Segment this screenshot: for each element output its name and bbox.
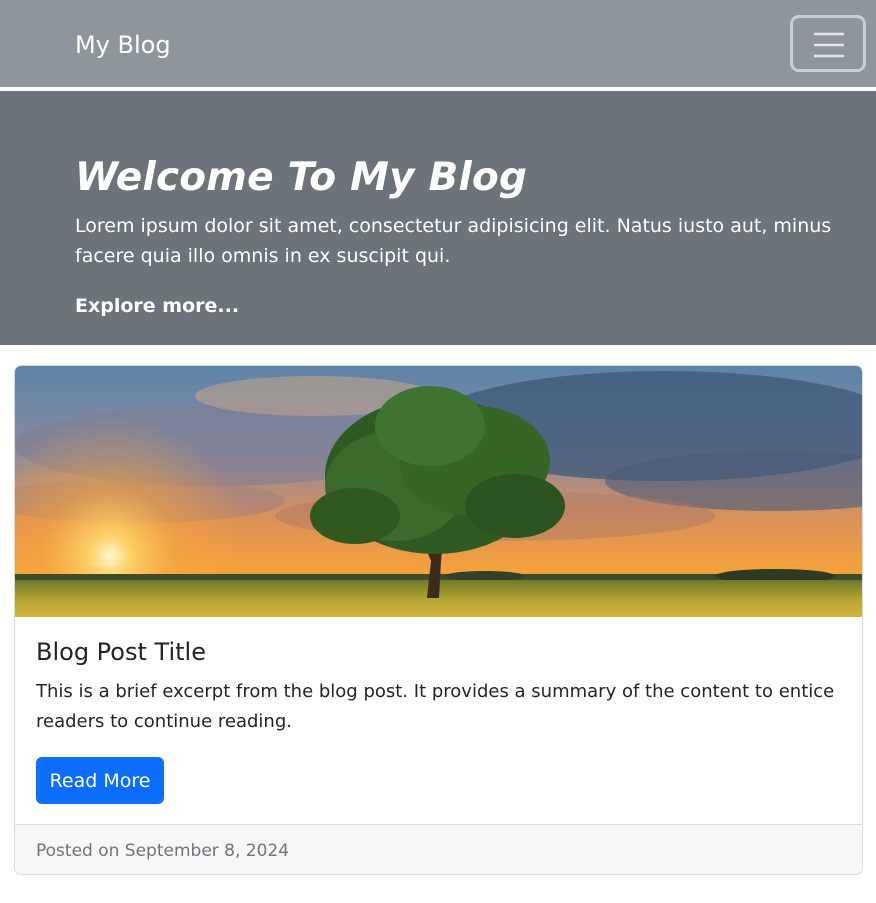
card-footer: Posted on September 8, 2024 [15,824,862,874]
blog-post-card: Blog Post Title This is a brief excerpt … [14,365,863,875]
navbar: My Blog [0,0,876,89]
hamburger-menu-icon [814,32,844,58]
post-date: Posted on September 8, 2024 [36,841,290,861]
hero-text: Lorem ipsum dolor sit amet, consectetur … [75,215,832,267]
read-more-button[interactable]: Read More [36,757,164,804]
post-title: Blog Post Title [36,638,206,666]
post-excerpt: This is a brief excerpt from the blog po… [36,681,835,732]
navbar-toggler-button[interactable] [790,15,866,72]
hero-section: Welcome To My Blog Lorem ipsum dolor sit… [0,91,876,345]
sunset-tree-field-image [15,366,862,617]
brand-link[interactable]: My Blog [75,28,171,62]
explore-more-link[interactable]: Explore more... [75,291,239,321]
hero-title: Welcome To My Blog [75,155,528,200]
